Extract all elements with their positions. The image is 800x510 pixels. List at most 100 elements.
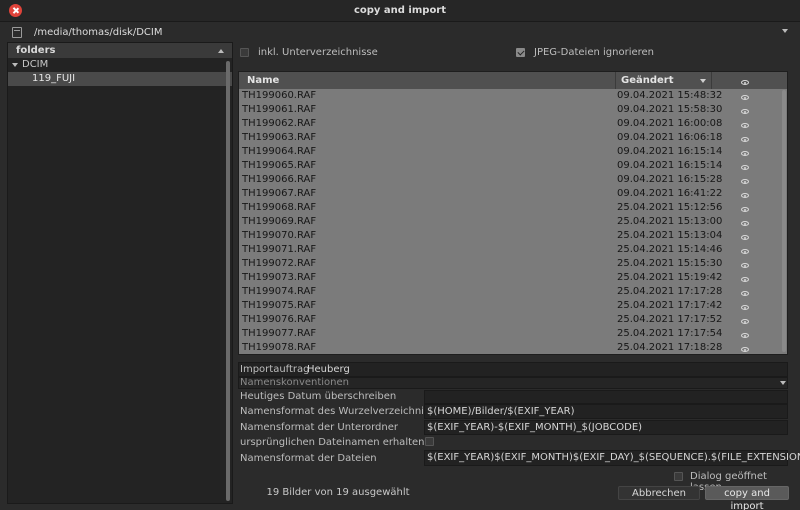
tree-item-119-fuji[interactable]: 119_FUJI xyxy=(8,72,232,86)
file-format-label: Namensformat der Dateien xyxy=(240,453,377,464)
file-date: 09.04.2021 16:15:14 xyxy=(617,146,723,157)
folders-scrollbar[interactable] xyxy=(226,61,230,501)
path-selector[interactable]: /media/thomas/disk/DCIM xyxy=(6,24,794,42)
column-divider[interactable] xyxy=(615,72,616,89)
file-date: 09.04.2021 16:06:18 xyxy=(617,132,723,143)
file-name: TH199065.RAF xyxy=(242,160,317,171)
preview-eye-icon[interactable] xyxy=(741,176,749,187)
copy-and-import-button[interactable]: copy and import xyxy=(705,486,789,510)
keep-name-checkbox[interactable] xyxy=(425,437,434,446)
preview-eye-icon[interactable] xyxy=(741,134,749,145)
file-name: TH199076.RAF xyxy=(242,314,317,325)
preview-eye-icon[interactable] xyxy=(741,288,749,299)
table-row[interactable]: TH199068.RAF 25.04.2021 15:12:56 xyxy=(239,201,787,215)
file-date: 09.04.2021 16:15:28 xyxy=(617,174,723,185)
table-row[interactable]: TH199073.RAF 25.04.2021 15:19:42 xyxy=(239,271,787,285)
file-name: TH199078.RAF xyxy=(242,342,317,353)
eye-icon xyxy=(741,305,749,310)
preview-eye-icon[interactable] xyxy=(741,302,749,313)
table-row[interactable]: TH199078.RAF 25.04.2021 17:18:28 xyxy=(239,341,787,354)
keep-open-checkbox[interactable] xyxy=(674,472,683,481)
table-row[interactable]: TH199062.RAF 09.04.2021 16:00:08 xyxy=(239,117,787,131)
table-row[interactable]: TH199065.RAF 09.04.2021 16:15:14 xyxy=(239,159,787,173)
preview-eye-icon[interactable] xyxy=(741,274,749,285)
job-label: Importauftrag xyxy=(240,364,310,375)
job-input[interactable]: Heuberg xyxy=(307,364,350,375)
column-changed-header[interactable]: Geändert xyxy=(621,75,674,86)
table-row[interactable]: TH199072.RAF 25.04.2021 15:15:30 xyxy=(239,257,787,271)
eye-icon xyxy=(741,95,749,100)
table-row[interactable]: TH199069.RAF 25.04.2021 15:13:00 xyxy=(239,215,787,229)
table-row[interactable]: TH199071.RAF 25.04.2021 15:14:46 xyxy=(239,243,787,257)
folders-header-label: folders xyxy=(16,45,56,56)
sub-format-input[interactable]: $(EXIF_YEAR)-$(EXIF_MONTH)_$(JOBCODE) xyxy=(427,422,642,433)
table-row[interactable]: TH199074.RAF 25.04.2021 17:17:28 xyxy=(239,285,787,299)
file-name: TH199067.RAF xyxy=(242,188,317,199)
table-row[interactable]: TH199075.RAF 25.04.2021 17:17:42 xyxy=(239,299,787,313)
table-row[interactable]: TH199063.RAF 09.04.2021 16:06:18 xyxy=(239,131,787,145)
chevron-down-icon[interactable] xyxy=(782,29,788,33)
folders-panel: folders DCIM 119_FUJI xyxy=(7,42,233,504)
column-eye-header[interactable] xyxy=(741,77,749,88)
file-date: 25.04.2021 15:19:42 xyxy=(617,272,723,283)
preview-eye-icon[interactable] xyxy=(741,106,749,117)
table-row[interactable]: TH199070.RAF 25.04.2021 15:13:04 xyxy=(239,229,787,243)
title-bar: copy and import xyxy=(0,0,800,22)
eye-icon xyxy=(741,319,749,324)
preview-eye-icon[interactable] xyxy=(741,232,749,243)
file-name: TH199071.RAF xyxy=(242,244,317,255)
sub-format-label: Namensformat der Unterordner xyxy=(240,422,399,433)
file-format-input[interactable]: $(EXIF_YEAR)$(EXIF_MONTH)$(EXIF_DAY)_$(S… xyxy=(427,452,800,463)
preview-eye-icon[interactable] xyxy=(741,162,749,173)
recursive-checkbox[interactable] xyxy=(240,48,249,57)
table-row[interactable]: TH199076.RAF 25.04.2021 17:17:52 xyxy=(239,313,787,327)
file-date: 25.04.2021 17:17:52 xyxy=(617,314,723,325)
keep-name-label: ursprünglichen Dateinamen erhalten xyxy=(240,437,425,448)
ignore-jpeg-checkbox[interactable] xyxy=(516,48,525,57)
preview-eye-icon[interactable] xyxy=(741,190,749,201)
override-date-field[interactable] xyxy=(424,390,788,404)
root-format-input[interactable]: $(HOME)/Bilder/$(EXIF_YEAR) xyxy=(427,406,575,417)
file-name: TH199075.RAF xyxy=(242,300,317,311)
chevron-up-icon[interactable] xyxy=(218,49,224,53)
cancel-button[interactable]: Abbrechen xyxy=(618,486,700,500)
table-row[interactable]: TH199067.RAF 09.04.2021 16:41:22 xyxy=(239,187,787,201)
path-value: /media/thomas/disk/DCIM xyxy=(34,27,163,38)
preview-eye-icon[interactable] xyxy=(741,218,749,229)
table-row[interactable]: TH199077.RAF 25.04.2021 17:17:54 xyxy=(239,327,787,341)
eye-icon xyxy=(741,137,749,142)
eye-icon xyxy=(741,221,749,226)
expand-triangle-icon[interactable] xyxy=(12,63,18,67)
file-date: 25.04.2021 15:12:56 xyxy=(617,202,723,213)
tree-item-label: DCIM xyxy=(22,59,49,70)
preview-eye-icon[interactable] xyxy=(741,120,749,131)
preview-eye-icon[interactable] xyxy=(741,92,749,103)
table-row[interactable]: TH199060.RAF 09.04.2021 15:48:32 xyxy=(239,89,787,103)
eye-icon xyxy=(741,151,749,156)
eye-icon xyxy=(741,165,749,170)
file-date: 09.04.2021 16:15:14 xyxy=(617,160,723,171)
preview-eye-icon[interactable] xyxy=(741,316,749,327)
file-name: TH199073.RAF xyxy=(242,272,317,283)
column-name-header[interactable]: Name xyxy=(247,75,279,86)
preview-eye-icon[interactable] xyxy=(741,246,749,257)
eye-icon xyxy=(741,333,749,338)
column-divider[interactable] xyxy=(711,72,712,89)
preview-eye-icon[interactable] xyxy=(741,148,749,159)
recursive-label: inkl. Unterverzeichnisse xyxy=(258,47,378,58)
table-header: Name Geändert xyxy=(239,72,787,89)
file-date: 25.04.2021 15:14:46 xyxy=(617,244,723,255)
chevron-down-icon[interactable] xyxy=(780,381,786,385)
table-row[interactable]: TH199064.RAF 09.04.2021 16:15:14 xyxy=(239,145,787,159)
preview-eye-icon[interactable] xyxy=(741,204,749,215)
table-row[interactable]: TH199066.RAF 09.04.2021 16:15:28 xyxy=(239,173,787,187)
table-row[interactable]: TH199061.RAF 09.04.2021 15:58:30 xyxy=(239,103,787,117)
file-name: TH199074.RAF xyxy=(242,286,317,297)
preview-eye-icon[interactable] xyxy=(741,344,749,354)
preview-eye-icon[interactable] xyxy=(741,260,749,271)
tree-item-dcim[interactable]: DCIM xyxy=(8,58,232,72)
folders-header[interactable]: folders xyxy=(8,43,232,58)
table-scrollbar[interactable] xyxy=(782,90,786,352)
preview-eye-icon[interactable] xyxy=(741,330,749,341)
sort-desc-icon[interactable] xyxy=(700,79,706,83)
